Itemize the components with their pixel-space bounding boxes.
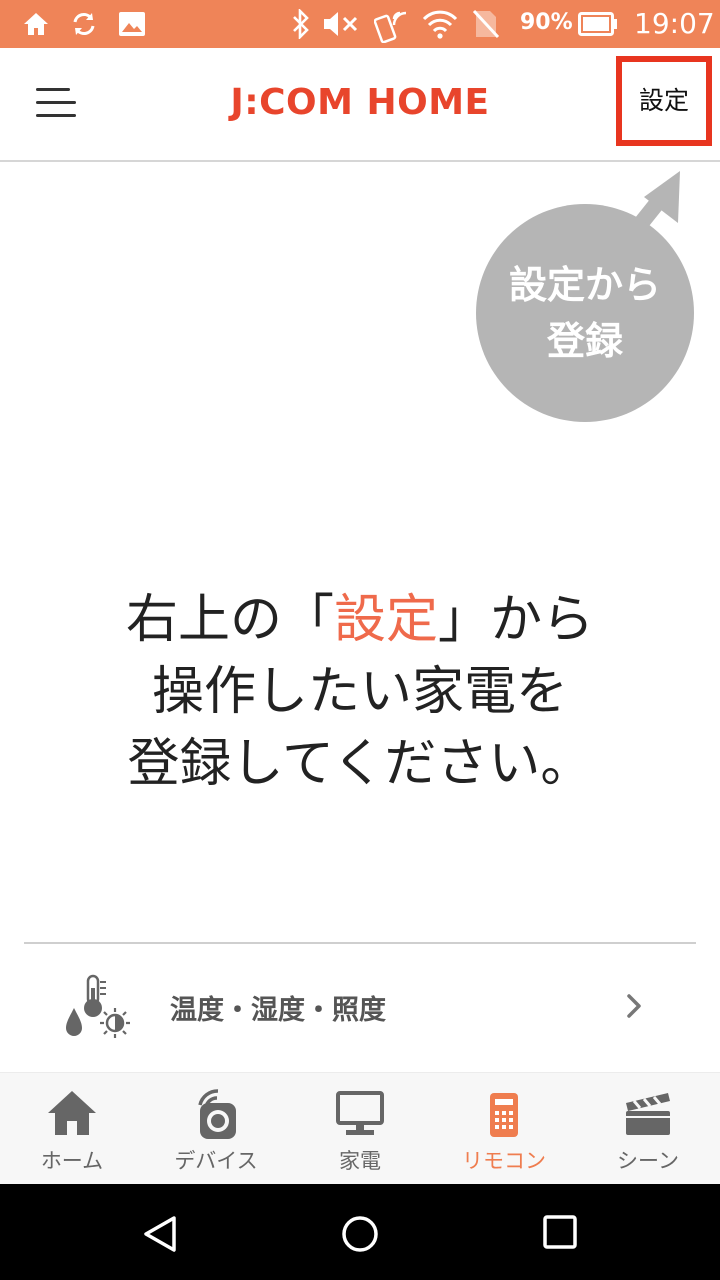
bottom-tab-bar: ホーム デバイス 家電 リモコン シーン (0, 1072, 720, 1185)
image-icon (119, 12, 145, 36)
status-bar: 90% 19:07 (0, 0, 720, 48)
sync-icon (73, 13, 95, 35)
system-nav-bar (0, 1184, 720, 1280)
battery-percent: 90% (520, 10, 573, 35)
clapper-icon (626, 1093, 670, 1135)
tab-scenes[interactable]: シーン (576, 1073, 720, 1185)
back-icon[interactable] (140, 1214, 180, 1254)
message-accent: 設定 (333, 590, 438, 650)
nfc-icon (374, 11, 407, 43)
recent-apps-icon[interactable] (542, 1214, 578, 1250)
battery-icon (578, 12, 617, 36)
tab-remote[interactable]: リモコン (432, 1073, 576, 1185)
message-line-3: 登録してください。 (127, 734, 593, 794)
tab-label: ホーム (40, 1149, 104, 1173)
message-text: 右上の「 (125, 590, 334, 650)
device-icon (198, 1089, 236, 1139)
environment-sensor-label: 温度・湿度・照度 (170, 995, 386, 1026)
message-text: 」から (438, 590, 595, 650)
tab-label: リモコン (462, 1149, 546, 1173)
hint-line-2: 登録 (546, 319, 623, 363)
mute-icon (324, 12, 358, 36)
tab-devices[interactable]: デバイス (144, 1073, 288, 1185)
tab-appliances[interactable]: 家電 (288, 1073, 432, 1185)
thermometer-humidity-light-icon (66, 974, 130, 1038)
tab-label: 家電 (339, 1149, 381, 1173)
bluetooth-icon (293, 9, 309, 39)
monitor-icon (336, 1091, 384, 1135)
tab-label: デバイス (174, 1149, 258, 1173)
remote-icon (490, 1093, 518, 1137)
chevron-right-icon (627, 994, 641, 1018)
tab-label: シーン (617, 1149, 679, 1173)
message-line-1: 右上の「設定」から (0, 584, 720, 656)
message-line-2: 操作したい家電を (151, 662, 568, 722)
home-nav-icon[interactable] (340, 1214, 380, 1254)
clock: 19:07 (634, 7, 715, 40)
environment-sensor-row[interactable]: 温度・湿度・照度 (24, 944, 696, 1070)
settings-button[interactable]: 設定 (616, 56, 712, 146)
home-icon (48, 1091, 96, 1135)
no-sim-icon (472, 9, 500, 39)
home-icon (24, 13, 48, 35)
hint-line-1: 設定から (508, 263, 661, 307)
app-logo: J:COM HOME (230, 82, 490, 123)
empty-state-message: 右上の「設定」から 操作したい家電を 登録してください。 (0, 584, 720, 800)
app-header: J:COM HOME 設定 (0, 48, 720, 162)
settings-hint-bubble: 設定から 登録 (476, 204, 694, 422)
tab-home[interactable]: ホーム (0, 1073, 144, 1185)
wifi-icon (422, 10, 458, 39)
